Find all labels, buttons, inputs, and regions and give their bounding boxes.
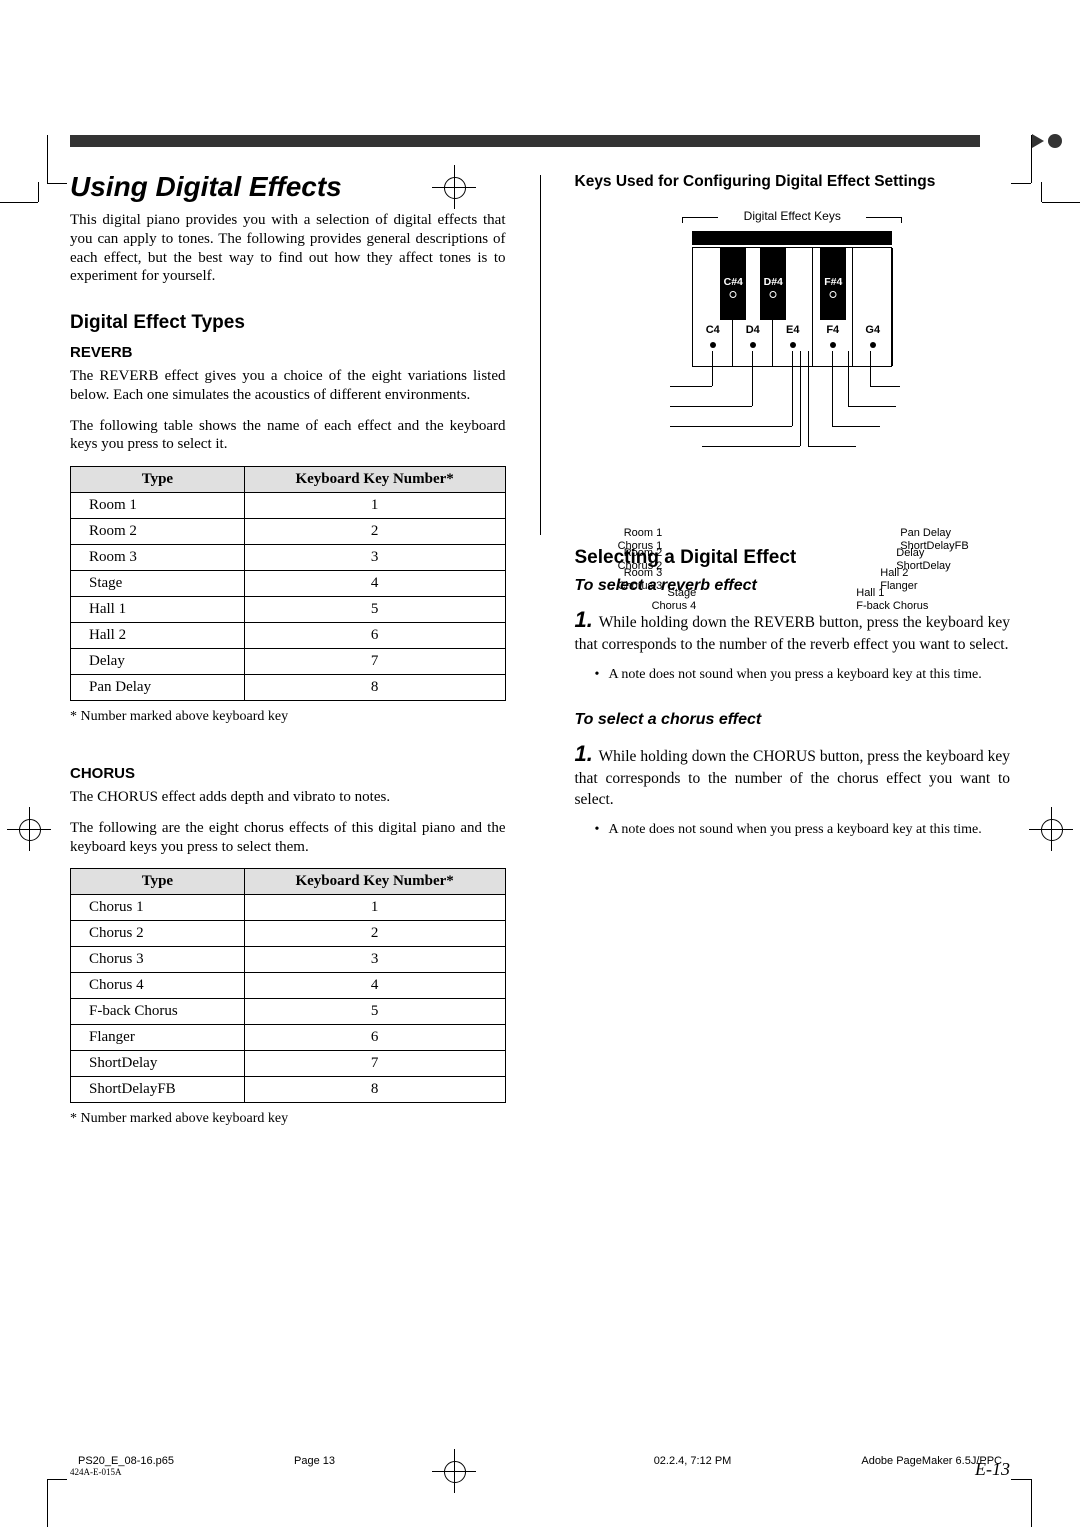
keyboard-diagram: Digital Effect Keys C4 D4 E4 F4 G4 C#4 D… [632, 209, 952, 507]
table-row: Chorus 22 [71, 921, 506, 947]
table-header-keynum: Keyboard Key Number* [244, 869, 505, 895]
chorus-table: Type Keyboard Key Number* Chorus 11 Chor… [70, 868, 506, 1103]
key-map-label: Pan Delay [900, 527, 951, 539]
table-row: Flanger6 [71, 1025, 506, 1051]
print-app: Adobe PageMaker 6.5J/PPC [861, 1455, 1002, 1467]
table-row: Chorus 33 [71, 947, 506, 973]
step-number: 1. [575, 741, 593, 766]
table-row: Room 33 [71, 545, 506, 571]
header-rule [70, 135, 1010, 147]
chorus-footnote: * Number marked above keyboard key [70, 1111, 506, 1127]
table-row: F-back Chorus5 [71, 999, 506, 1025]
step-note: •A note does not sound when you press a … [595, 821, 1011, 839]
chorus-desc: The CHORUS effect adds depth and vibrato… [70, 788, 506, 807]
chorus-table-intro: The following are the eight chorus effec… [70, 819, 506, 857]
key-map-label: Room 3 [624, 567, 663, 579]
crop-mark [47, 1479, 48, 1527]
digital-effect-types-heading: Digital Effect Types [70, 312, 506, 334]
section-title: Using Digital Effects [70, 171, 506, 203]
table-row: Chorus 44 [71, 973, 506, 999]
key-map-label: Room 1 [624, 527, 663, 539]
print-file: PS20_E_08-16.p65 [78, 1455, 174, 1467]
table-row: ShortDelayFB8 [71, 1077, 506, 1103]
select-chorus-heading: To select a chorus effect [575, 711, 1011, 729]
keyboard-icon: C4 D4 E4 F4 G4 C#4 D#4 F#4 [692, 247, 892, 367]
table-header-type: Type [71, 467, 245, 493]
header-dot-icon [1048, 134, 1062, 148]
step-reverb: 1. While holding down the REVERB button,… [575, 605, 1011, 656]
key-map-label: Stage [668, 587, 697, 599]
key-map-label: Room 2 [624, 547, 663, 559]
crop-mark [1031, 1479, 1032, 1527]
key-map-label: F-back Chorus [856, 600, 928, 612]
step-number: 1. [575, 607, 593, 632]
header-arrow-icon [1032, 134, 1044, 148]
table-row: Stage4 [71, 571, 506, 597]
key-map-label: Hall 1 [856, 587, 884, 599]
step-chorus: 1. While holding down the CHORUS button,… [575, 739, 1011, 811]
bracket-label: Digital Effect Keys [702, 209, 882, 223]
table-row: Hall 15 [71, 597, 506, 623]
chorus-heading: CHORUS [70, 765, 506, 782]
reverb-desc: The REVERB effect gives you a choice of … [70, 367, 506, 405]
reverb-table-intro: The following table shows the name of ea… [70, 417, 506, 455]
table-row: Chorus 11 [71, 895, 506, 921]
table-row: Delay7 [71, 649, 506, 675]
key-map-label: Chorus 4 [652, 600, 697, 612]
table-row: Room 22 [71, 519, 506, 545]
crop-mark [1011, 1479, 1031, 1480]
table-header-type: Type [71, 869, 245, 895]
print-footer: PS20_E_08-16.p65 Page 13 02.2.4, 7:12 PM… [0, 1455, 1080, 1467]
table-row: Hall 26 [71, 623, 506, 649]
reverb-heading: REVERB [70, 344, 506, 361]
doc-id: 424A-E-015A [70, 1467, 122, 1477]
print-page: Page 13 [294, 1455, 335, 1467]
table-header-keynum: Keyboard Key Number* [244, 467, 505, 493]
intro-text: This digital piano provides you with a s… [70, 211, 506, 286]
keys-config-heading: Keys Used for Configuring Digital Effect… [575, 173, 1011, 191]
key-map-label: Delay [896, 547, 924, 559]
reverb-footnote: * Number marked above keyboard key [70, 709, 506, 725]
table-row: Pan Delay8 [71, 675, 506, 701]
reverb-table: Type Keyboard Key Number* Room 11 Room 2… [70, 466, 506, 701]
step-note: •A note does not sound when you press a … [595, 666, 1011, 684]
table-row: ShortDelay7 [71, 1051, 506, 1077]
column-divider [540, 175, 541, 535]
key-map-label: Hall 2 [880, 567, 908, 579]
number-strip [692, 231, 892, 245]
crop-mark [47, 1479, 67, 1480]
print-datetime: 02.2.4, 7:12 PM [654, 1455, 732, 1467]
table-row: Room 11 [71, 493, 506, 519]
